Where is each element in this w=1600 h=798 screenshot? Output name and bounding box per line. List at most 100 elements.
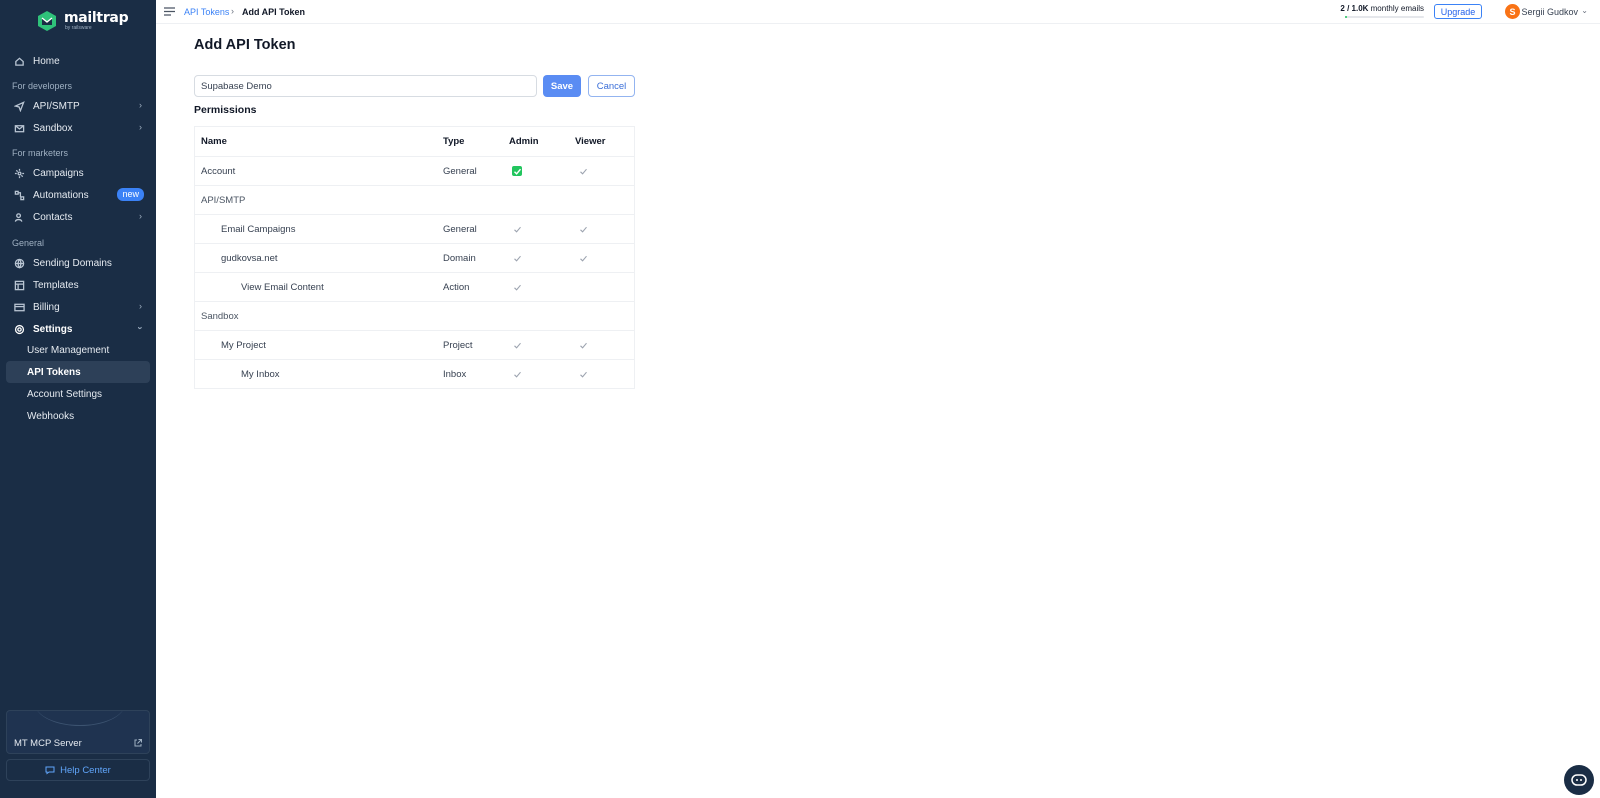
table-row: gudkovsa.net Domain: [195, 244, 634, 273]
mcp-server-card[interactable]: MT MCP Server: [6, 710, 150, 754]
sidebar-item-contacts[interactable]: Contacts ›: [6, 206, 150, 228]
checkbox-checked-icon[interactable]: [512, 166, 522, 176]
permissions-heading: Permissions: [194, 104, 257, 116]
globe-icon: [13, 257, 25, 269]
breadcrumb-api-tokens[interactable]: API Tokens: [184, 7, 229, 17]
sidebar-item-label: Account Settings: [27, 388, 103, 400]
row-type: Project: [443, 339, 473, 351]
sandbox-icon: [13, 122, 25, 134]
row-viewer-cell: [575, 157, 588, 185]
sidebar-item-label: Campaigns: [33, 167, 84, 179]
section-label-general: General: [12, 238, 45, 248]
check-icon[interactable]: [512, 224, 522, 234]
email-usage: 2 / 1.0K monthly emails: [1340, 4, 1424, 13]
check-icon[interactable]: [512, 340, 522, 350]
chevron-right-icon: ›: [139, 122, 142, 132]
sidebar-item-billing[interactable]: Billing ›: [6, 296, 150, 318]
row-name: API/SMTP: [201, 194, 246, 206]
upgrade-button[interactable]: Upgrade: [1434, 4, 1482, 19]
sidebar-item-label: Templates: [33, 279, 79, 291]
breadcrumb-separator: ›: [231, 6, 234, 16]
row-admin-cell: [509, 215, 522, 243]
column-header-admin: Admin: [509, 136, 539, 147]
help-center-button[interactable]: Help Center: [6, 759, 150, 781]
check-icon[interactable]: [512, 369, 522, 379]
avatar[interactable]: S: [1505, 4, 1520, 19]
token-name-input[interactable]: [194, 75, 537, 97]
sidebar-item-settings[interactable]: Settings ›: [6, 318, 150, 340]
section-label-developers: For developers: [12, 81, 73, 91]
external-link-icon[interactable]: [133, 738, 143, 748]
column-header-viewer: Viewer: [575, 136, 606, 147]
sidebar-item-label: API Tokens: [27, 366, 81, 378]
check-icon[interactable]: [578, 253, 588, 263]
sidebar-item-webhooks[interactable]: Webhooks: [6, 405, 150, 427]
usage-progress-fill: [1345, 16, 1347, 18]
row-type: Inbox: [443, 368, 467, 380]
row-name: Email Campaigns: [221, 223, 296, 235]
usage-label: monthly emails: [1368, 4, 1424, 13]
table-row: My Project Project: [195, 331, 634, 360]
sidebar-item-sandbox[interactable]: Sandbox ›: [6, 117, 150, 139]
sidebar-item-api-smtp[interactable]: API/SMTP ›: [6, 95, 150, 117]
usage-count: 2 / 1.0K: [1340, 4, 1369, 13]
table-row: Account General: [195, 157, 634, 186]
table-group-row: API/SMTP: [195, 186, 634, 215]
row-name: Sandbox: [201, 310, 239, 322]
sidebar-item-account-settings[interactable]: Account Settings: [6, 383, 150, 405]
sidebar-item-label: Settings: [33, 323, 73, 335]
row-admin-cell: [509, 331, 522, 359]
row-viewer-cell: [575, 215, 588, 243]
check-icon[interactable]: [578, 166, 588, 176]
mcp-decoration: [35, 711, 125, 726]
row-name: My Inbox: [241, 368, 280, 380]
sidebar-item-templates[interactable]: Templates: [6, 274, 150, 296]
row-viewer-cell: [575, 360, 588, 388]
column-header-type: Type: [443, 136, 465, 147]
column-header-name: Name: [201, 136, 227, 147]
billing-icon: [13, 301, 25, 313]
new-badge: new: [117, 188, 144, 201]
sidebar-item-user-management[interactable]: User Management: [6, 339, 150, 361]
chevron-down-icon[interactable]: ⌄: [1581, 6, 1588, 15]
breadcrumb-current: Add API Token: [242, 7, 305, 17]
gear-icon: [13, 323, 25, 335]
check-icon[interactable]: [512, 253, 522, 263]
sidebar-item-sending-domains[interactable]: Sending Domains: [6, 252, 150, 274]
sidebar-item-label: Contacts: [33, 211, 73, 223]
table-header: Name Type Admin Viewer: [195, 127, 634, 157]
row-name: My Project: [221, 339, 266, 351]
row-admin-cell: [509, 273, 522, 301]
menu-icon[interactable]: [164, 7, 175, 16]
templates-icon: [13, 279, 25, 291]
brand-sub: by railsware: [65, 25, 92, 31]
user-name[interactable]: Sergii Gudkov: [1521, 7, 1578, 17]
usage-progress-bar: [1345, 16, 1424, 18]
sidebar: mailtrap by railsware Home For developer…: [0, 0, 156, 798]
sidebar-item-label: Billing: [33, 301, 60, 313]
chat-bubble-icon: [1571, 774, 1587, 786]
table-group-row: Sandbox: [195, 302, 634, 331]
cancel-button[interactable]: Cancel: [588, 75, 635, 97]
check-icon[interactable]: [512, 282, 522, 292]
sidebar-item-automations[interactable]: Automations new: [6, 184, 150, 206]
mcp-server-label: MT MCP Server: [14, 738, 82, 749]
mailtrap-logo[interactable]: mailtrap by railsware: [36, 10, 129, 32]
chat-widget-button[interactable]: [1564, 765, 1594, 795]
chevron-down-icon: ›: [135, 326, 146, 330]
check-icon[interactable]: [578, 340, 588, 350]
chevron-right-icon: ›: [139, 100, 142, 110]
check-icon[interactable]: [578, 224, 588, 234]
save-button[interactable]: Save: [543, 75, 581, 97]
sidebar-item-api-tokens[interactable]: API Tokens: [6, 361, 150, 383]
row-admin-cell: [509, 157, 522, 185]
automations-icon: [13, 189, 25, 201]
row-type: General: [443, 223, 477, 235]
section-label-marketers: For marketers: [12, 148, 69, 158]
permissions-table: Name Type Admin Viewer Account General API…: [194, 126, 635, 389]
check-icon[interactable]: [578, 369, 588, 379]
brand-name: mailtrap: [64, 10, 129, 26]
row-name: Account: [201, 165, 236, 177]
sidebar-item-home[interactable]: Home: [6, 50, 150, 72]
sidebar-item-campaigns[interactable]: Campaigns: [6, 162, 150, 184]
